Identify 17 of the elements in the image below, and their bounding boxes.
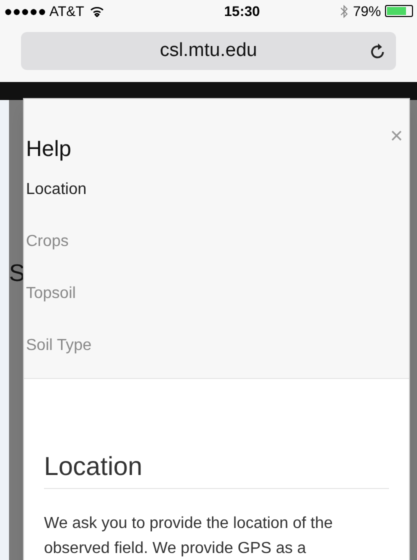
- battery-icon: [384, 5, 413, 17]
- help-nav-link[interactable]: Soil Type: [26, 333, 92, 358]
- clock: 15:30: [223, 2, 260, 20]
- modal-title: Help: [26, 135, 72, 163]
- bluetooth-icon: [340, 4, 348, 18]
- page-heading: S: [9, 260, 26, 288]
- help-paragraph: We ask you to provide the location of the observed field. We provide GPS as a: [44, 514, 334, 559]
- wifi-icon: [90, 6, 104, 16]
- section-heading: Location: [44, 447, 389, 489]
- help-nav-link[interactable]: Location: [26, 177, 92, 202]
- battery-percent: 79%: [352, 2, 381, 20]
- help-nav-link[interactable]: Topsoil: [26, 281, 92, 306]
- help-nav-link[interactable]: Crops: [26, 229, 92, 254]
- address-bar[interactable]: csl.mtu.edu: [21, 32, 396, 70]
- close-button[interactable]: ×: [390, 125, 403, 147]
- reload-icon[interactable]: [370, 42, 386, 60]
- carrier-label: ●●●●● AT&T: [4, 2, 84, 20]
